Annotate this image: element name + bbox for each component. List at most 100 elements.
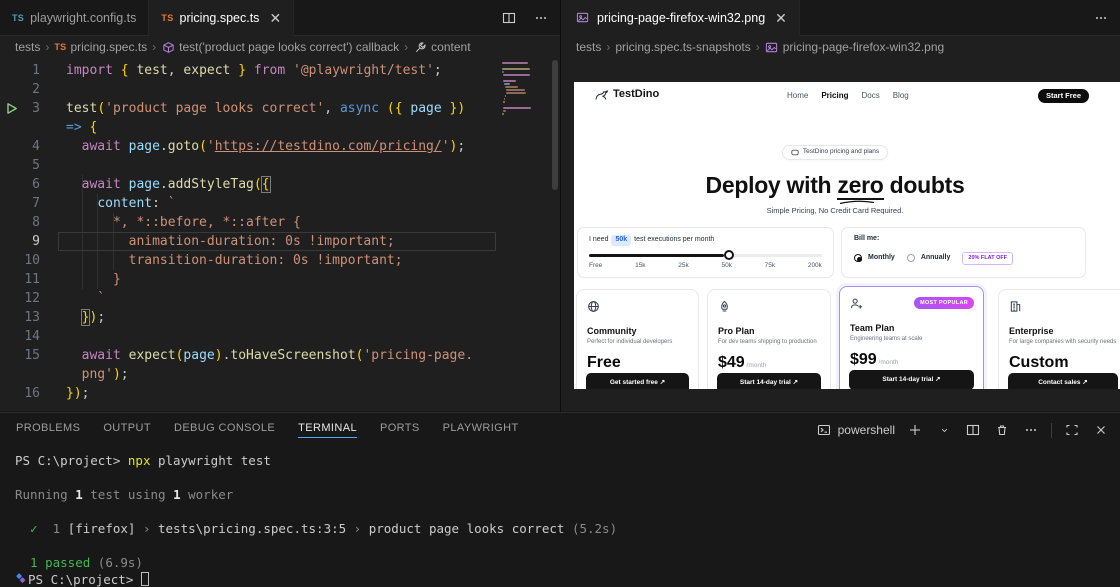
flat-off-badge: 20% FLAT OFF [962,252,1013,265]
plan-description: For large companies with security needs [1009,339,1117,347]
prompt-diamonds-icon [15,572,28,587]
line-number: 15 [0,346,40,365]
plan-description: For dev teams shipping to production [718,339,820,347]
code-line[interactable]: => { [0,118,560,137]
code-line[interactable]: 9 animation-duration: 0s !important; [0,232,560,251]
plan-description: Engineering teams at scale [850,336,973,344]
preview-tab-bar: pricing-page-firefox-win32.png ✕ [561,0,1120,36]
slider-tick: 200k [808,262,822,270]
line-number: 5 [0,156,40,175]
tab-label: pricing.spec.ts [180,11,260,25]
wrench-icon [413,38,427,56]
execution-slider [589,254,822,257]
code-line[interactable]: 2 [0,80,560,99]
more-icon[interactable] [532,9,550,27]
code-line[interactable]: 13 }); [0,308,560,327]
split-editor-icon[interactable] [500,9,518,27]
line-number: 9 [0,232,40,251]
minimap-line [504,83,510,85]
chevron-down-icon[interactable] [935,421,953,439]
symbol-cube-icon [161,38,175,56]
more-icon[interactable] [1022,421,1040,439]
breadcrumb-item[interactable]: tests [15,40,40,54]
code-line[interactable]: 7 content: ` [0,194,560,213]
plan-name: Team Plan [850,323,973,334]
close-icon[interactable]: ✕ [269,11,281,25]
plan-name: Enterprise [1009,326,1117,337]
terminal-output[interactable]: PS C:\project> npx playwright testRunnin… [0,447,1120,587]
breadcrumb-item[interactable]: pricing.spec.ts-snapshots [615,40,750,54]
code-line[interactable]: 12 ` [0,289,560,308]
terminal-line [15,503,1120,520]
maximize-panel-icon[interactable] [1063,421,1081,439]
shell-chip[interactable]: powershell [815,421,895,439]
tab-playwright-config-ts[interactable]: TSplaywright.config.ts [0,0,149,35]
terminal-line: ✓ 1 [firefox] › tests\pricing.spec.ts:3:… [15,520,1120,537]
trash-icon[interactable] [993,421,1011,439]
minimap-line [503,110,506,112]
code-line[interactable]: 3test('product page looks correct', asyn… [0,99,560,118]
line-number: 6 [0,175,40,194]
site-header: TestDino HomePricingDocsBlog Start Free [574,82,1120,110]
site-nav-blog: Blog [893,91,909,101]
code-line[interactable]: 1import { test, expect } from '@playwrig… [0,61,560,80]
minimap-line [502,71,504,73]
code-line[interactable]: png'); [0,365,560,384]
breadcrumb-item[interactable]: pricing-page-firefox-win32.png [765,38,944,56]
code-line[interactable]: 14 [0,327,560,346]
code-line[interactable]: 11 } [0,270,560,289]
panel-tab-problems[interactable]: PROBLEMS [16,422,80,438]
panel-tab-terminal[interactable]: TERMINAL [298,422,357,438]
code-line[interactable]: 4 await page.goto('https://testdino.com/… [0,137,560,156]
terminal-line: PS C:\project> npx playwright test [15,452,1120,469]
plan-price: Free [587,353,688,373]
image-preview-canvas[interactable]: TestDino HomePricingDocsBlog Start Free … [561,58,1120,411]
ts-file-icon: TS [54,42,66,52]
terminal-line: 1 passed (6.9s) [15,554,1120,571]
panel-tab-ports[interactable]: PORTS [380,422,420,438]
minimap[interactable] [502,62,548,116]
slider-tick: 50k [721,262,731,270]
hero-badge: TestDino pricing and plans [782,145,888,160]
split-terminal-icon[interactable] [964,421,982,439]
terminal-icon [815,421,833,439]
billing-card: Bill me: MonthlyAnnually20% FLAT OFF [841,227,1086,278]
line-number: 11 [0,270,40,289]
line-number: 12 [0,289,40,308]
slider-value-pill: 50k [611,235,631,246]
more-icon[interactable] [1092,9,1110,27]
breadcrumb-item[interactable]: TSpricing.spec.ts [54,40,147,54]
tab-pricing-spec-ts[interactable]: TS pricing.spec.ts ✕ [149,0,294,36]
badge-chip-icon [791,149,799,156]
plan-cta-button: Start 14-day trial ↗ [849,370,974,389]
code-editor[interactable]: 1import { test, expect } from '@playwrig… [0,58,560,411]
slider-tick: 75k [765,262,775,270]
building-icon [1009,299,1117,319]
slider-knob [724,250,734,260]
site-nav-docs: Docs [861,91,879,101]
breadcrumb-separator: › [45,40,49,54]
plus-icon[interactable] [906,421,924,439]
code-line[interactable]: 15 await expect(page).toHaveScreenshot('… [0,346,560,365]
panel-tab-playwright[interactable]: PLAYWRIGHT [443,422,519,438]
tab-pricing-page-png[interactable]: pricing-page-firefox-win32.png ✕ [561,0,800,36]
code-line[interactable]: 16}); [0,384,560,403]
breadcrumb-item[interactable]: tests [576,40,601,54]
minimap-line [503,107,531,109]
pricing-page-screenshot: TestDino HomePricingDocsBlog Start Free … [574,82,1120,389]
close-icon[interactable] [1092,421,1110,439]
breadcrumb-item[interactable]: content [413,38,470,56]
breadcrumb-item[interactable]: test('product page looks correct') callb… [161,38,399,56]
plan-cta-button: Start 14-day trial ↗ [717,373,821,389]
panel-tab-output[interactable]: OUTPUT [103,422,151,438]
close-icon[interactable]: ✕ [775,11,787,25]
code-line[interactable]: 5 [0,156,560,175]
panel-tab-debug-console[interactable]: DEBUG CONSOLE [174,422,275,438]
site-nav-home: Home [787,91,808,101]
minimap-line [503,74,530,76]
line-number: 8 [0,213,40,232]
ts-file-icon: TS [161,13,173,23]
code-line[interactable]: 8 *, *::before, *::after { [0,213,560,232]
code-line[interactable]: 6 await page.addStyleTag({ [0,175,560,194]
code-line[interactable]: 10 transition-duration: 0s !important; [0,251,560,270]
